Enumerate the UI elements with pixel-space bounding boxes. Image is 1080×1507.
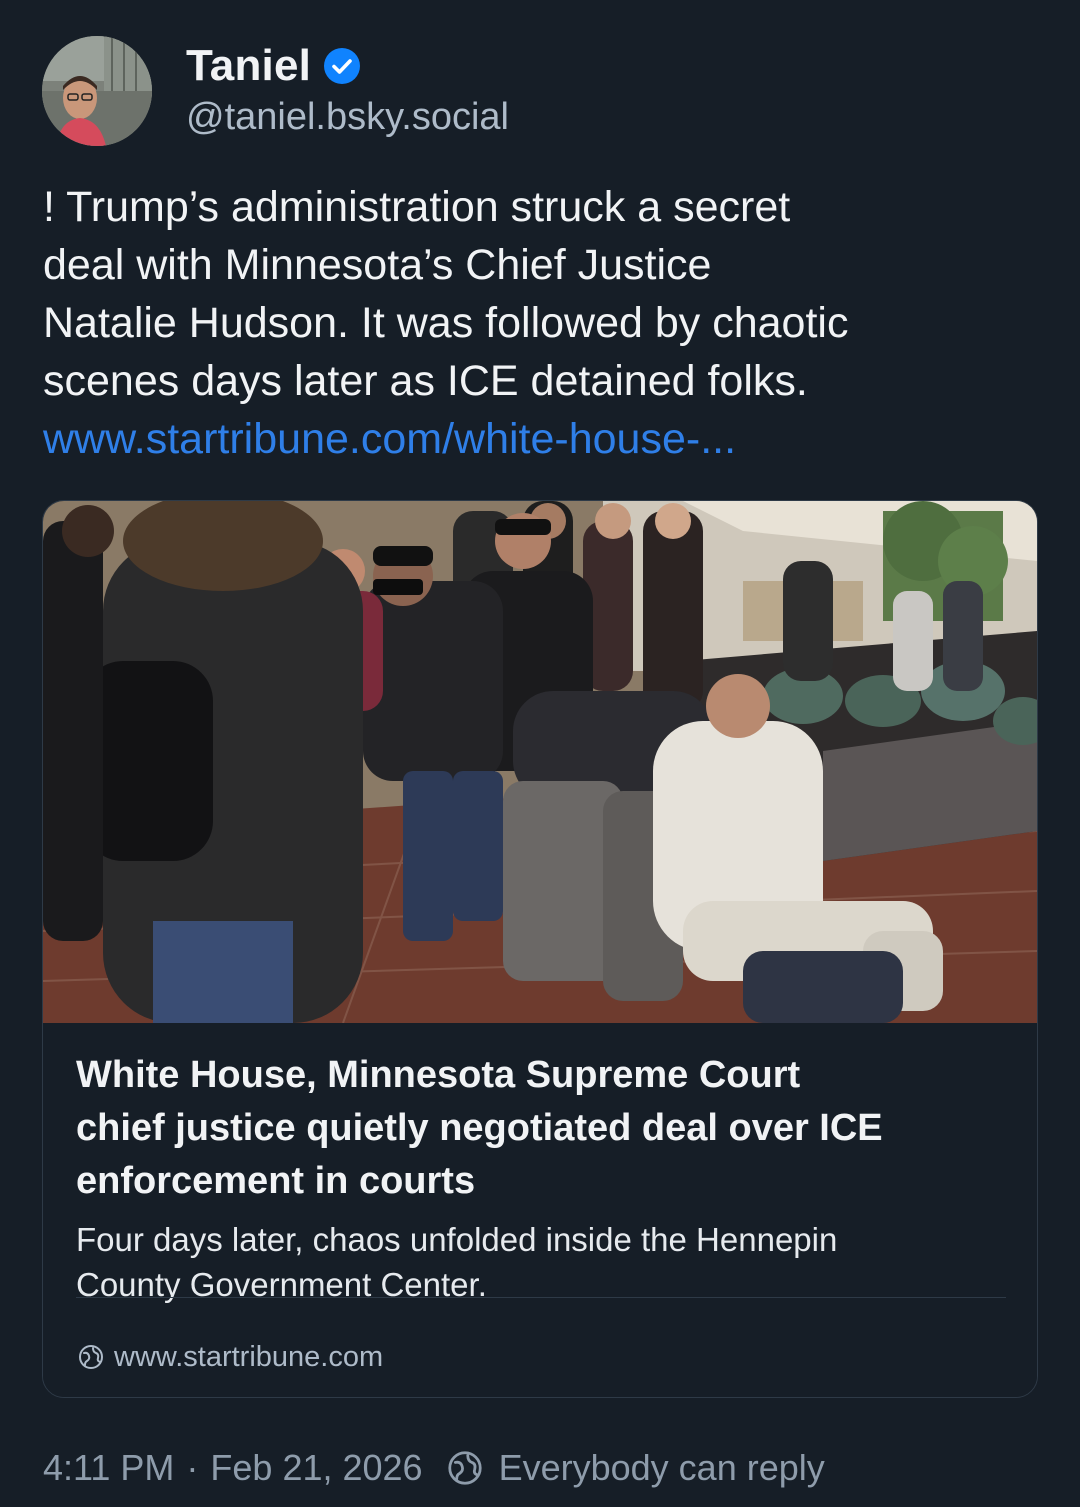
- post-time[interactable]: 4:11 PM: [43, 1447, 174, 1489]
- link-card-domain-row[interactable]: www.startribune.com: [78, 1337, 383, 1377]
- post-text-line: deal with Minnesota’s Chief Justice: [43, 241, 712, 289]
- post-meta: 4:11 PM · Feb 21, 2026 Everybody can rep…: [43, 1444, 825, 1492]
- link-card-domain: www.startribune.com: [114, 1340, 384, 1373]
- news-photo: ᕼ: [43, 501, 1037, 1023]
- link-card-divider: [76, 1297, 1006, 1298]
- meta-separator: ·: [186, 1447, 199, 1488]
- globe-icon: [79, 1345, 103, 1369]
- link-card-description-line: Four days later, chaos unfolded inside t…: [76, 1221, 838, 1258]
- post-text-line: scenes days later as ICE detained folks.: [43, 357, 808, 405]
- link-card-description: Four days later, chaos unfolded inside t…: [76, 1217, 996, 1307]
- reply-setting[interactable]: Everybody can reply: [499, 1447, 825, 1489]
- post-link[interactable]: www.startribune.com/white-house-...: [43, 410, 1043, 468]
- post: Taniel @taniel.bsky.social ! Trump’s adm…: [0, 0, 1080, 1507]
- link-card-description-line: County Government Center.: [76, 1266, 487, 1303]
- avatar[interactable]: [42, 36, 152, 146]
- author-handle[interactable]: @taniel.bsky.social: [186, 96, 509, 139]
- post-text-line: ! Trump’s administration struck a secret: [43, 183, 791, 231]
- post-text-line: Natalie Hudson. It was followed by chaot…: [43, 299, 849, 347]
- link-card-title-line: chief justice quietly negotiated deal ov…: [76, 1107, 883, 1149]
- verified-badge-icon[interactable]: [323, 47, 361, 85]
- post-date[interactable]: Feb 21, 2026: [210, 1447, 422, 1489]
- display-name-row: Taniel: [186, 40, 361, 92]
- link-card-title-line: enforcement in courts: [76, 1160, 476, 1202]
- post-text: ! Trump’s administration struck a secret…: [43, 178, 1043, 468]
- link-card-title[interactable]: White House, Minnesota Supreme Court chi…: [76, 1049, 976, 1208]
- avatar-image: [42, 36, 152, 146]
- link-card[interactable]: ᕼ White House, Minnesota Supreme Court c…: [42, 500, 1038, 1398]
- globe-icon: [447, 1451, 482, 1485]
- link-card-image[interactable]: ᕼ: [43, 501, 1037, 1023]
- link-card-title-line: White House, Minnesota Supreme Court: [76, 1054, 801, 1096]
- display-name[interactable]: Taniel: [186, 41, 311, 91]
